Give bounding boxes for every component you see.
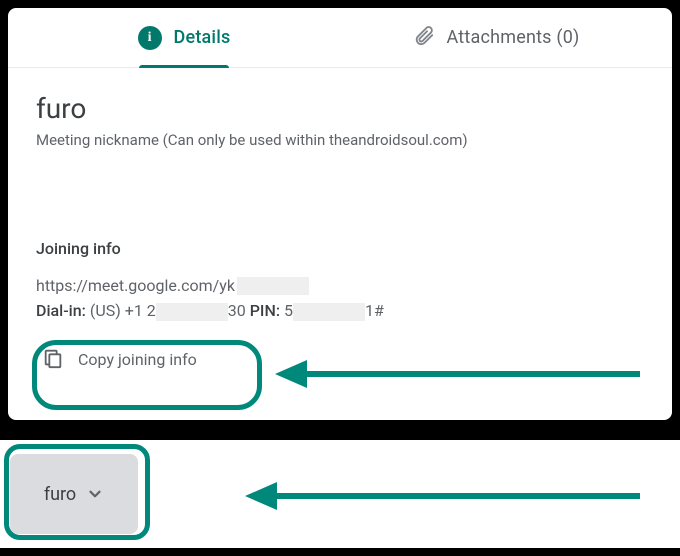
meeting-subtitle: Meeting nickname (Can only be used withi… <box>36 131 644 149</box>
tab-bar: i Details Attachments (0) <box>8 8 672 68</box>
meeting-details-panel: i Details Attachments (0) furo Meeting n… <box>8 8 672 420</box>
joining-info-heading: Joining info <box>36 239 644 258</box>
tab-attachments-label: Attachments (0) <box>447 27 580 48</box>
dial-in-row: Dial-in: (US) +1 2 30 PIN: 5 1# <box>36 301 644 321</box>
copy-joining-info-label: Copy joining info <box>78 350 197 369</box>
pin-prefix: 5 <box>280 301 293 320</box>
tab-details[interactable]: i Details <box>28 8 340 67</box>
bottom-bar: furo <box>0 440 680 548</box>
chevron-down-icon <box>86 485 104 503</box>
attachment-icon <box>413 25 435 51</box>
info-icon: i <box>138 26 162 50</box>
details-content: furo Meeting nickname (Can only be used … <box>8 68 672 383</box>
meeting-pill-label: furo <box>44 484 76 505</box>
meeting-title: furo <box>36 92 644 125</box>
meeting-pill-button[interactable]: furo <box>10 454 138 534</box>
tab-attachments[interactable]: Attachments (0) <box>340 8 652 67</box>
dial-in-mid: 30 <box>228 301 250 320</box>
copy-joining-info-button[interactable]: Copy joining info <box>36 337 215 383</box>
dial-in-prefix: (US) +1 2 <box>86 301 156 320</box>
pin-suffix: 1# <box>365 301 384 320</box>
meeting-link-prefix: https://meet.google.com/yk <box>36 276 235 295</box>
tab-details-label: Details <box>174 27 231 48</box>
redacted-block <box>156 303 228 321</box>
dial-in-label: Dial-in: <box>36 301 86 320</box>
meeting-link-row: https://meet.google.com/yk <box>36 276 644 295</box>
pin-label: PIN: <box>250 301 280 320</box>
redacted-block <box>293 303 365 321</box>
copy-icon <box>42 347 64 373</box>
redacted-block <box>237 277 309 295</box>
